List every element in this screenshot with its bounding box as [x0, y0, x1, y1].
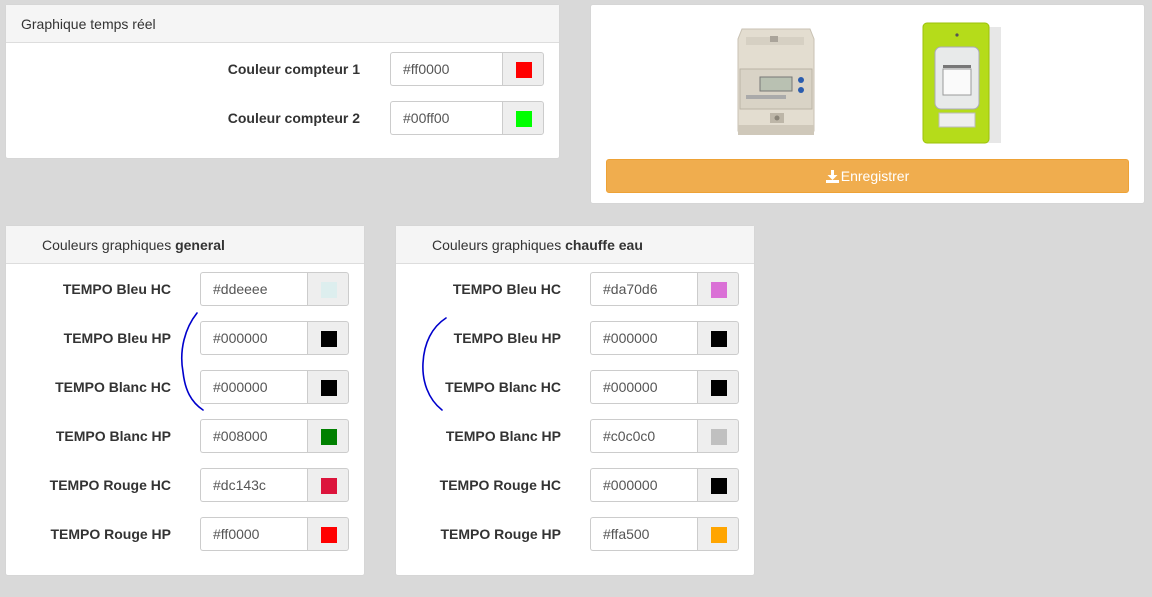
color-input[interactable]: #000000: [200, 321, 308, 355]
color-input[interactable]: #000000: [590, 468, 698, 502]
color-input[interactable]: #000000: [200, 370, 308, 404]
chauffe-panel-title-prefix: Couleurs graphiques: [432, 237, 566, 253]
color-input[interactable]: #dc143c: [200, 468, 308, 502]
realtime-panel: Graphique temps réel Couleur compteur 1 …: [5, 4, 560, 159]
color-picker-button[interactable]: [307, 468, 349, 502]
row-label: TEMPO Bleu HP: [453, 330, 561, 346]
color-picker-button[interactable]: [307, 517, 349, 551]
color-row-compteur-2: Couleur compteur 2 #00ff00: [6, 101, 546, 135]
color-input[interactable]: #00ff00: [390, 101, 503, 135]
chauffe-panel-title-bold: chauffe eau: [565, 237, 643, 253]
color-swatch: [711, 429, 727, 445]
color-row: TEMPO Bleu HC #ddeeee: [6, 272, 351, 306]
row-label: Couleur compteur 1: [227, 61, 360, 77]
color-swatch: [321, 478, 337, 494]
row-label: TEMPO Blanc HP: [55, 428, 171, 444]
color-picker-button[interactable]: [307, 419, 349, 453]
color-input[interactable]: #ff0000: [200, 517, 308, 551]
color-picker-button[interactable]: [307, 272, 349, 306]
color-input[interactable]: #da70d6: [590, 272, 698, 306]
color-swatch: [711, 527, 727, 543]
general-panel-title-prefix: Couleurs graphiques: [42, 237, 176, 253]
color-picker-button[interactable]: [697, 370, 739, 404]
color-swatch: [321, 429, 337, 445]
color-input[interactable]: #c0c0c0: [590, 419, 698, 453]
row-label: TEMPO Rouge HP: [50, 526, 171, 542]
row-label: TEMPO Rouge HP: [440, 526, 561, 542]
color-picker-button[interactable]: [697, 419, 739, 453]
chauffe-panel-heading: Couleurs graphiques chauffe eau: [396, 226, 754, 264]
color-picker-button[interactable]: [502, 101, 544, 135]
color-input[interactable]: #ddeeee: [200, 272, 308, 306]
electric-meter-image: [737, 28, 815, 135]
color-row-compteur-1: Couleur compteur 1 #ff0000: [6, 52, 546, 86]
download-icon: [825, 170, 839, 183]
color-swatch: [711, 380, 727, 396]
color-input[interactable]: #008000: [200, 419, 308, 453]
color-picker-button[interactable]: [697, 468, 739, 502]
color-row: TEMPO Blanc HP #c0c0c0: [396, 419, 741, 453]
color-swatch: [516, 111, 532, 127]
color-row: TEMPO Bleu HC #da70d6: [396, 272, 741, 306]
row-label: TEMPO Rouge HC: [439, 477, 561, 493]
color-row: TEMPO Rouge HP #ff0000: [6, 517, 351, 551]
realtime-panel-title: Graphique temps réel: [21, 16, 156, 32]
color-picker-button[interactable]: [502, 52, 544, 86]
color-swatch: [321, 527, 337, 543]
color-swatch: [321, 331, 337, 347]
save-button-label: Enregistrer: [840, 168, 910, 184]
annotation-bracket-right: [422, 317, 447, 411]
row-label: TEMPO Blanc HP: [445, 428, 561, 444]
color-swatch: [711, 331, 727, 347]
general-panel-heading: Couleurs graphiques general: [6, 226, 364, 264]
save-button[interactable]: Enregistrer: [606, 159, 1129, 193]
general-panel-title-bold: general: [175, 237, 225, 253]
color-picker-button[interactable]: [697, 272, 739, 306]
linky-meter-image: [922, 22, 1001, 144]
color-swatch: [321, 282, 337, 298]
row-label: TEMPO Bleu HP: [63, 330, 171, 346]
color-row: TEMPO Rouge HC #000000: [396, 468, 741, 502]
row-label: TEMPO Bleu HC: [62, 281, 171, 297]
color-picker-button[interactable]: [697, 321, 739, 355]
color-input[interactable]: #000000: [590, 321, 698, 355]
color-picker-button[interactable]: [307, 370, 349, 404]
color-row: TEMPO Rouge HP #ffa500: [396, 517, 741, 551]
annotation-bracket-left: [180, 312, 204, 411]
meters-panel: Enregistrer: [590, 4, 1145, 204]
color-swatch: [321, 380, 337, 396]
color-input[interactable]: #ffa500: [590, 517, 698, 551]
row-label: TEMPO Bleu HC: [452, 281, 561, 297]
row-label: TEMPO Blanc HC: [55, 379, 171, 395]
color-row: TEMPO Rouge HC #dc143c: [6, 468, 351, 502]
realtime-panel-heading: Graphique temps réel: [6, 5, 559, 43]
color-picker-button[interactable]: [697, 517, 739, 551]
color-swatch: [516, 62, 532, 78]
color-input[interactable]: #000000: [590, 370, 698, 404]
color-picker-button[interactable]: [307, 321, 349, 355]
color-swatch: [711, 478, 727, 494]
color-input[interactable]: #ff0000: [390, 52, 503, 86]
color-swatch: [711, 282, 727, 298]
row-label: Couleur compteur 2: [227, 110, 360, 126]
row-label: TEMPO Rouge HC: [49, 477, 171, 493]
row-label: TEMPO Blanc HC: [445, 379, 561, 395]
color-row: TEMPO Blanc HP #008000: [6, 419, 351, 453]
